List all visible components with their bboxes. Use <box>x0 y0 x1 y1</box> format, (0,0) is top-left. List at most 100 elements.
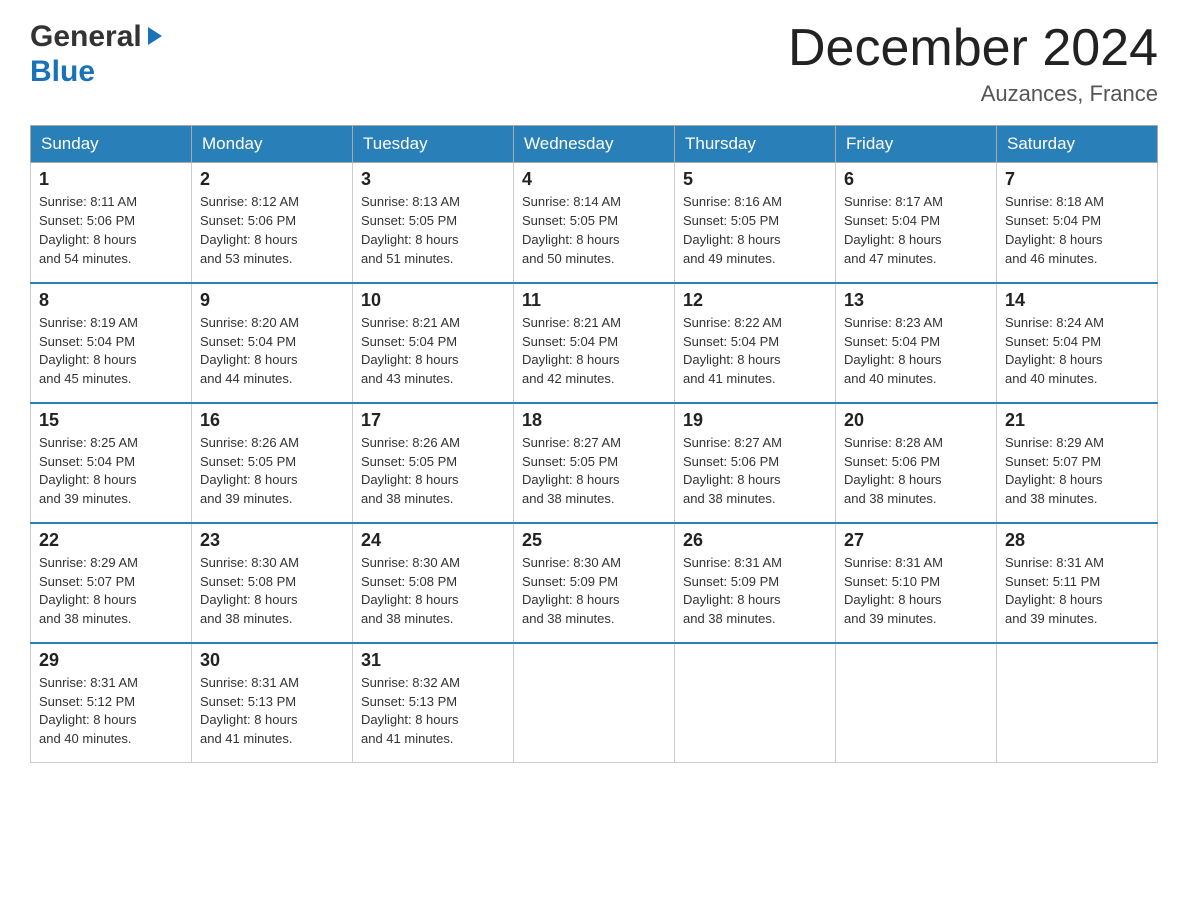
day-number: 1 <box>39 169 183 190</box>
calendar-cell: 8 Sunrise: 8:19 AMSunset: 5:04 PMDayligh… <box>31 283 192 403</box>
day-number: 18 <box>522 410 666 431</box>
col-header-sunday: Sunday <box>31 126 192 163</box>
calendar-cell: 26 Sunrise: 8:31 AMSunset: 5:09 PMDaylig… <box>675 523 836 643</box>
day-info: Sunrise: 8:18 AMSunset: 5:04 PMDaylight:… <box>1005 194 1104 266</box>
logo-blue: Blue <box>30 55 164 90</box>
week-row-5: 29 Sunrise: 8:31 AMSunset: 5:12 PMDaylig… <box>31 643 1158 763</box>
calendar-cell: 15 Sunrise: 8:25 AMSunset: 5:04 PMDaylig… <box>31 403 192 523</box>
calendar-cell: 10 Sunrise: 8:21 AMSunset: 5:04 PMDaylig… <box>353 283 514 403</box>
calendar-cell: 3 Sunrise: 8:13 AMSunset: 5:05 PMDayligh… <box>353 163 514 283</box>
day-info: Sunrise: 8:22 AMSunset: 5:04 PMDaylight:… <box>683 315 782 387</box>
day-number: 2 <box>200 169 344 190</box>
calendar-cell: 6 Sunrise: 8:17 AMSunset: 5:04 PMDayligh… <box>836 163 997 283</box>
calendar-cell: 1 Sunrise: 8:11 AMSunset: 5:06 PMDayligh… <box>31 163 192 283</box>
calendar-cell: 25 Sunrise: 8:30 AMSunset: 5:09 PMDaylig… <box>514 523 675 643</box>
day-info: Sunrise: 8:21 AMSunset: 5:04 PMDaylight:… <box>361 315 460 387</box>
day-info: Sunrise: 8:31 AMSunset: 5:11 PMDaylight:… <box>1005 555 1104 627</box>
day-info: Sunrise: 8:24 AMSunset: 5:04 PMDaylight:… <box>1005 315 1104 387</box>
page-header: General Blue December 2024 Auzances, Fra… <box>30 20 1158 107</box>
day-info: Sunrise: 8:17 AMSunset: 5:04 PMDaylight:… <box>844 194 943 266</box>
day-number: 3 <box>361 169 505 190</box>
day-number: 5 <box>683 169 827 190</box>
calendar-cell: 7 Sunrise: 8:18 AMSunset: 5:04 PMDayligh… <box>997 163 1158 283</box>
day-info: Sunrise: 8:25 AMSunset: 5:04 PMDaylight:… <box>39 435 138 507</box>
day-info: Sunrise: 8:27 AMSunset: 5:06 PMDaylight:… <box>683 435 782 507</box>
logo-general: General <box>30 20 142 55</box>
title-block: December 2024 Auzances, France <box>788 20 1158 107</box>
day-number: 20 <box>844 410 988 431</box>
day-number: 19 <box>683 410 827 431</box>
calendar-cell: 22 Sunrise: 8:29 AMSunset: 5:07 PMDaylig… <box>31 523 192 643</box>
day-info: Sunrise: 8:31 AMSunset: 5:09 PMDaylight:… <box>683 555 782 627</box>
week-row-4: 22 Sunrise: 8:29 AMSunset: 5:07 PMDaylig… <box>31 523 1158 643</box>
calendar-cell: 30 Sunrise: 8:31 AMSunset: 5:13 PMDaylig… <box>192 643 353 763</box>
week-row-3: 15 Sunrise: 8:25 AMSunset: 5:04 PMDaylig… <box>31 403 1158 523</box>
calendar-cell: 20 Sunrise: 8:28 AMSunset: 5:06 PMDaylig… <box>836 403 997 523</box>
calendar-cell: 17 Sunrise: 8:26 AMSunset: 5:05 PMDaylig… <box>353 403 514 523</box>
day-number: 23 <box>200 530 344 551</box>
calendar-cell: 14 Sunrise: 8:24 AMSunset: 5:04 PMDaylig… <box>997 283 1158 403</box>
calendar-cell <box>997 643 1158 763</box>
calendar-cell: 19 Sunrise: 8:27 AMSunset: 5:06 PMDaylig… <box>675 403 836 523</box>
calendar-cell: 13 Sunrise: 8:23 AMSunset: 5:04 PMDaylig… <box>836 283 997 403</box>
day-number: 31 <box>361 650 505 671</box>
col-header-wednesday: Wednesday <box>514 126 675 163</box>
day-info: Sunrise: 8:12 AMSunset: 5:06 PMDaylight:… <box>200 194 299 266</box>
day-info: Sunrise: 8:14 AMSunset: 5:05 PMDaylight:… <box>522 194 621 266</box>
day-number: 22 <box>39 530 183 551</box>
day-info: Sunrise: 8:32 AMSunset: 5:13 PMDaylight:… <box>361 675 460 747</box>
col-header-friday: Friday <box>836 126 997 163</box>
calendar-table: SundayMondayTuesdayWednesdayThursdayFrid… <box>30 125 1158 763</box>
day-info: Sunrise: 8:31 AMSunset: 5:10 PMDaylight:… <box>844 555 943 627</box>
calendar-cell: 9 Sunrise: 8:20 AMSunset: 5:04 PMDayligh… <box>192 283 353 403</box>
day-info: Sunrise: 8:30 AMSunset: 5:08 PMDaylight:… <box>361 555 460 627</box>
logo: General Blue <box>30 20 164 89</box>
day-info: Sunrise: 8:20 AMSunset: 5:04 PMDaylight:… <box>200 315 299 387</box>
calendar-cell: 27 Sunrise: 8:31 AMSunset: 5:10 PMDaylig… <box>836 523 997 643</box>
calendar-cell: 2 Sunrise: 8:12 AMSunset: 5:06 PMDayligh… <box>192 163 353 283</box>
day-number: 25 <box>522 530 666 551</box>
day-number: 14 <box>1005 290 1149 311</box>
calendar-cell: 28 Sunrise: 8:31 AMSunset: 5:11 PMDaylig… <box>997 523 1158 643</box>
col-header-thursday: Thursday <box>675 126 836 163</box>
day-number: 15 <box>39 410 183 431</box>
day-number: 29 <box>39 650 183 671</box>
day-number: 9 <box>200 290 344 311</box>
day-info: Sunrise: 8:31 AMSunset: 5:12 PMDaylight:… <box>39 675 138 747</box>
day-number: 28 <box>1005 530 1149 551</box>
day-info: Sunrise: 8:28 AMSunset: 5:06 PMDaylight:… <box>844 435 943 507</box>
calendar-cell <box>675 643 836 763</box>
day-info: Sunrise: 8:30 AMSunset: 5:08 PMDaylight:… <box>200 555 299 627</box>
week-row-1: 1 Sunrise: 8:11 AMSunset: 5:06 PMDayligh… <box>31 163 1158 283</box>
calendar-cell: 29 Sunrise: 8:31 AMSunset: 5:12 PMDaylig… <box>31 643 192 763</box>
day-info: Sunrise: 8:31 AMSunset: 5:13 PMDaylight:… <box>200 675 299 747</box>
week-row-2: 8 Sunrise: 8:19 AMSunset: 5:04 PMDayligh… <box>31 283 1158 403</box>
day-number: 8 <box>39 290 183 311</box>
day-number: 30 <box>200 650 344 671</box>
day-info: Sunrise: 8:11 AMSunset: 5:06 PMDaylight:… <box>39 194 137 266</box>
calendar-cell: 21 Sunrise: 8:29 AMSunset: 5:07 PMDaylig… <box>997 403 1158 523</box>
calendar-cell: 18 Sunrise: 8:27 AMSunset: 5:05 PMDaylig… <box>514 403 675 523</box>
calendar-header-row: SundayMondayTuesdayWednesdayThursdayFrid… <box>31 126 1158 163</box>
day-number: 21 <box>1005 410 1149 431</box>
calendar-cell <box>514 643 675 763</box>
page-subtitle: Auzances, France <box>788 81 1158 107</box>
calendar-cell: 16 Sunrise: 8:26 AMSunset: 5:05 PMDaylig… <box>192 403 353 523</box>
calendar-cell: 5 Sunrise: 8:16 AMSunset: 5:05 PMDayligh… <box>675 163 836 283</box>
day-number: 6 <box>844 169 988 190</box>
calendar-cell <box>836 643 997 763</box>
day-number: 7 <box>1005 169 1149 190</box>
day-number: 16 <box>200 410 344 431</box>
day-info: Sunrise: 8:21 AMSunset: 5:04 PMDaylight:… <box>522 315 621 387</box>
day-info: Sunrise: 8:13 AMSunset: 5:05 PMDaylight:… <box>361 194 460 266</box>
day-number: 4 <box>522 169 666 190</box>
day-info: Sunrise: 8:19 AMSunset: 5:04 PMDaylight:… <box>39 315 138 387</box>
day-number: 13 <box>844 290 988 311</box>
calendar-cell: 4 Sunrise: 8:14 AMSunset: 5:05 PMDayligh… <box>514 163 675 283</box>
calendar-cell: 31 Sunrise: 8:32 AMSunset: 5:13 PMDaylig… <box>353 643 514 763</box>
day-number: 27 <box>844 530 988 551</box>
day-info: Sunrise: 8:23 AMSunset: 5:04 PMDaylight:… <box>844 315 943 387</box>
page-title: December 2024 <box>788 20 1158 77</box>
col-header-saturday: Saturday <box>997 126 1158 163</box>
day-info: Sunrise: 8:27 AMSunset: 5:05 PMDaylight:… <box>522 435 621 507</box>
